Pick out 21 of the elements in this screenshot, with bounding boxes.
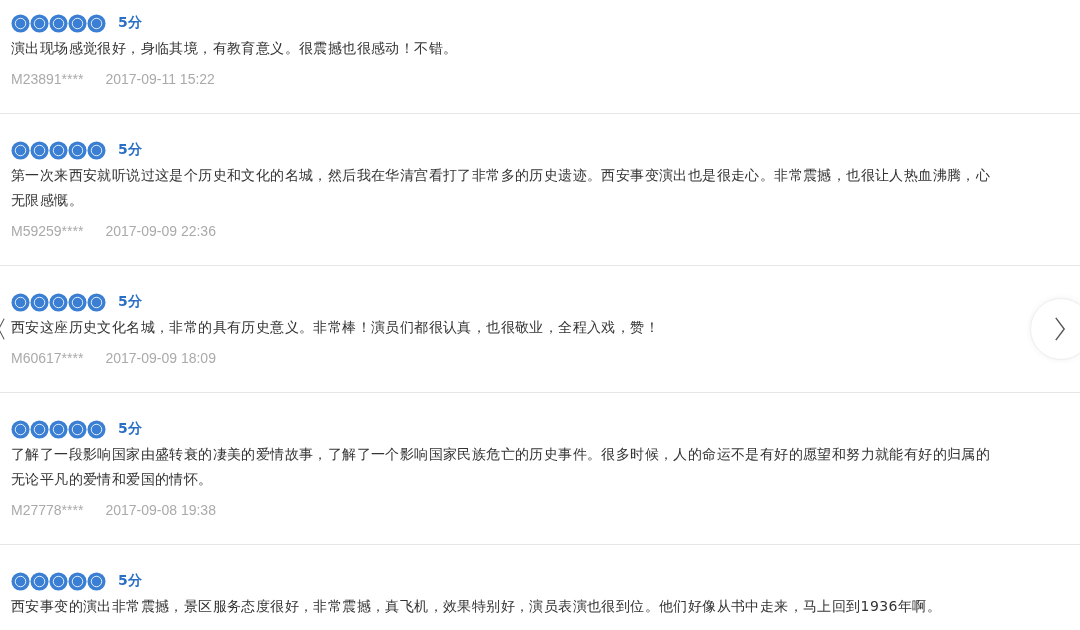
score: 5分: [118, 420, 142, 438]
review-text: 西安这座历史文化名城，非常的具有历史意义。非常棒！演员们都很认真，也很敬业，全程入戏，赞！: [11, 318, 659, 337]
user-id: M27778****: [11, 502, 84, 518]
review-text: 无论平凡的爱情和爱国的情怀。: [11, 470, 213, 489]
review-text: 演出现场感觉很好，身临其境，有教育意义。很震撼也很感动！不错。: [11, 39, 458, 58]
review-text: 西安事变的演出非常震撼，景区服务态度很好，非常震撼，真飞机，效果特别好，演员表演也很到位。他们好像从书中走来，马上回到1936年啊。: [11, 597, 942, 616]
review-time: 2017-09-08 19:38: [105, 502, 216, 518]
user-id: M59259****: [11, 223, 84, 239]
score: 5分: [118, 293, 142, 311]
review-time: 2017-09-09 18:09: [105, 350, 216, 366]
review-time: 2017-09-11 15:22: [105, 71, 215, 87]
user-id: M23891****: [11, 71, 84, 87]
user-id: M60617****: [11, 350, 84, 366]
chevron-right-icon: [1053, 315, 1067, 343]
review-time: 2017-09-09 22:36: [105, 223, 216, 239]
review-text: 了解了一段影响国家由盛转衰的凄美的爱情故事，了解了一个影响国家民族危亡的历史事件。很多时候，人的命运不是有好的愿望和努力就能有好的归属的: [11, 445, 991, 464]
score: 5分: [118, 572, 142, 590]
score: 5分: [118, 141, 142, 159]
score: 5分: [118, 14, 142, 32]
review-text: 无限感慨。: [11, 191, 83, 210]
review-text: 第一次来西安就听说过这是个历史和文化的名城，然后我在华清宫看打了非常多的历史遗迹。西安事变演出也是很走心。非常震撼，也很让人热血沸腾，心: [11, 166, 991, 185]
